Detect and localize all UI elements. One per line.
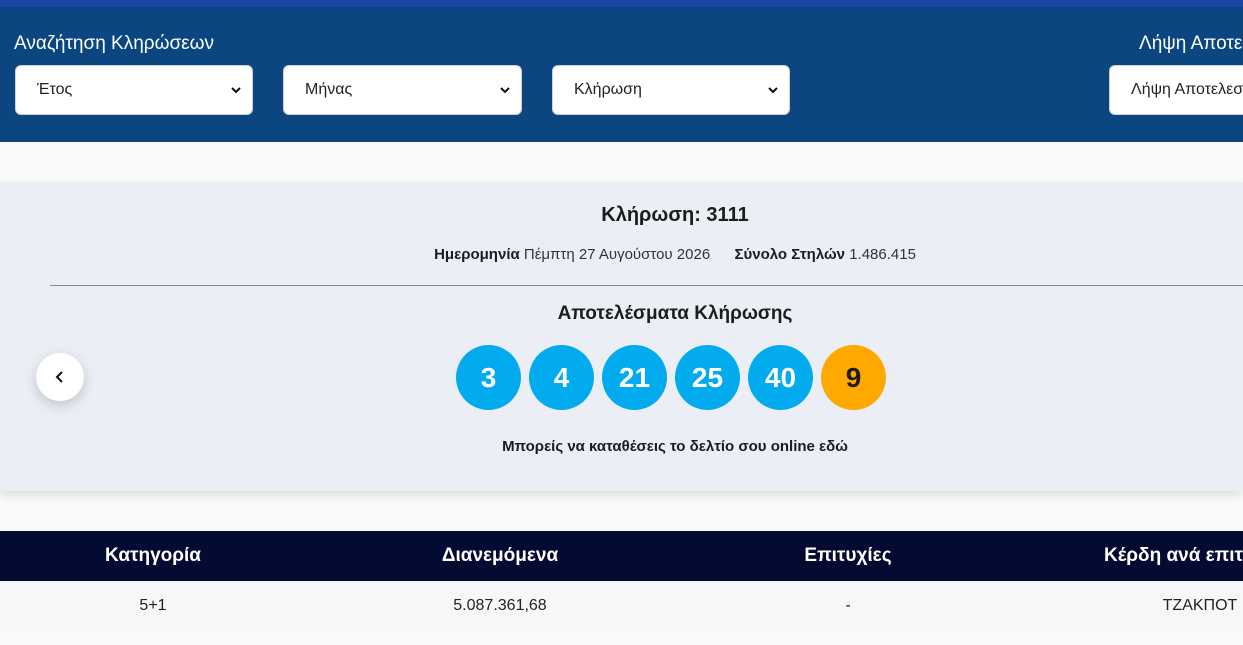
online-bet-link[interactable]: Μπορείς να καταθέσεις το δελτίο σου onli… (0, 438, 1243, 455)
previous-draw-button[interactable] (36, 353, 84, 401)
number-ball: 3 (456, 345, 521, 410)
cell-winners: - (845, 597, 851, 614)
header-prize-per-winner: Κέρδη ανά επιτ (1104, 545, 1243, 566)
cell-prize-per-winner: ΤΖΑΚΠΟΤ (1162, 597, 1238, 614)
number-ball: 21 (602, 345, 667, 410)
date-label: Ημερομηνία (434, 246, 520, 263)
draw-select[interactable]: Κλήρωση (552, 65, 790, 115)
winning-numbers: 3 4 21 25 40 9 (456, 345, 886, 411)
search-panel: Αναζήτηση Κληρώσεων Έτος Μήνας Κλήρωση Λ… (0, 7, 1243, 142)
bonus-ball: 9 (821, 345, 886, 410)
results-title: Αποτελέσματα Κλήρωσης (557, 303, 793, 324)
number-ball: 40 (748, 345, 813, 410)
year-select-value: Έτος (37, 81, 73, 98)
fetch-results-title: Λήψη Αποτε (1139, 33, 1243, 54)
cell-category: 5+1 (139, 597, 167, 614)
chevron-left-icon (55, 371, 63, 383)
cell-distributed: 5.087.361,68 (453, 597, 547, 614)
header-category: Κατηγορία (105, 545, 201, 566)
header-distributed: Διανεμόμενα (441, 545, 559, 566)
fetch-results-select-value: Λήψη Αποτελεσ (1131, 81, 1243, 98)
columns-label: Σύνολο Στηλών (734, 246, 846, 263)
month-select-value: Μήνας (305, 81, 353, 98)
fetch-results-select[interactable]: Λήψη Αποτελεσ (1109, 65, 1243, 115)
draw-title: Κλήρωση: 3111 (601, 204, 749, 226)
columns-value: 1.486.415 (849, 246, 916, 263)
number-ball: 25 (675, 345, 740, 410)
date-value: Πέμπτη 27 Αυγούστου 2026 (523, 246, 711, 263)
chevron-down-icon (231, 87, 241, 94)
year-select[interactable]: Έτος (15, 65, 253, 115)
chevron-down-icon (500, 87, 510, 94)
draw-select-value: Κλήρωση (574, 81, 642, 98)
top-accent-strip (0, 0, 1243, 7)
divider (50, 285, 1243, 286)
table-row: 5+1 5.087.361,68 - ΤΖΑΚΠΟΤ (0, 581, 1243, 631)
header-winners: Επιτυχίες (804, 545, 892, 566)
draw-meta: Ημερομηνία Πέμπτη 27 Αυγούστου 2026 Σύνο… (0, 246, 1243, 263)
draw-card: Κλήρωση: 3111 Ημερομηνία Πέμπτη 27 Αυγού… (0, 182, 1243, 491)
search-title: Αναζήτηση Κληρώσεων (14, 33, 214, 54)
number-ball: 4 (529, 345, 594, 410)
chevron-down-icon (768, 87, 778, 94)
prize-table-header: Κατηγορία Διανεμόμενα Επιτυχίες Κέρδη αν… (0, 531, 1243, 581)
month-select[interactable]: Μήνας (283, 65, 522, 115)
